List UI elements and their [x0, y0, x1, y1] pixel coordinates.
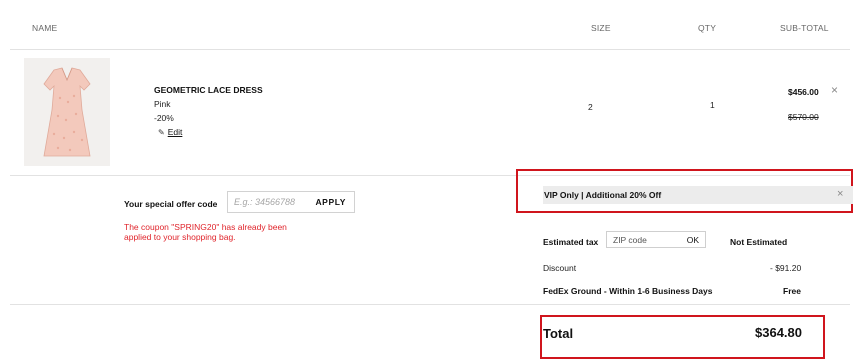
- total-label: Total: [543, 326, 574, 341]
- product-quantity[interactable]: 1: [710, 100, 715, 110]
- column-header-qty: QTY: [698, 23, 717, 33]
- remove-item-close-icon[interactable]: ×: [831, 84, 838, 96]
- product-original-price: $570.00: [788, 112, 819, 122]
- product-size: 2: [588, 102, 593, 112]
- zip-ok-button[interactable]: OK: [687, 235, 699, 245]
- offer-code-input[interactable]: E.g.: 34566788 APPLY: [227, 191, 355, 213]
- column-header-subtotal: SUB-TOTAL: [780, 23, 829, 33]
- divider: [10, 304, 850, 305]
- coupon-message: The coupon "SPRING20" has already been a…: [124, 222, 287, 242]
- offer-code-label: Your special offer code: [124, 199, 218, 209]
- edit-label: Edit: [167, 127, 183, 137]
- total-value: $364.80: [755, 325, 802, 340]
- zip-code-input[interactable]: ZIP code OK: [606, 231, 706, 248]
- shipping-value: Free: [783, 286, 801, 296]
- discount-label: Discount: [543, 263, 577, 273]
- discount-value: - $91.20: [770, 263, 802, 273]
- divider: [10, 49, 850, 50]
- edit-item-link[interactable]: ✎ Edit: [158, 127, 182, 137]
- column-header-size: SIZE: [591, 23, 611, 33]
- offer-code-placeholder: E.g.: 34566788: [234, 197, 296, 207]
- estimated-tax-label: Estimated tax: [543, 237, 599, 247]
- product-color: Pink: [154, 99, 171, 109]
- zip-code-placeholder: ZIP code: [613, 234, 647, 245]
- product-discount: -20%: [154, 113, 174, 123]
- estimated-tax-value: Not Estimated: [730, 237, 788, 247]
- pencil-icon: ✎: [158, 127, 165, 137]
- dress-image-icon: [24, 58, 110, 166]
- product-price: $456.00: [788, 87, 819, 97]
- product-image[interactable]: [24, 58, 110, 166]
- vip-promo-bar: VIP Only | Additional 20% Off: [543, 186, 853, 204]
- shipping-label: FedEx Ground - Within 1-6 Business Days: [543, 286, 713, 296]
- column-header-name: NAME: [32, 23, 58, 33]
- vip-promo-label: VIP Only | Additional 20% Off: [544, 190, 662, 200]
- apply-button[interactable]: APPLY: [315, 197, 346, 207]
- product-name: GEOMETRIC LACE DRESS: [154, 85, 263, 95]
- vip-remove-close-icon[interactable]: ×: [837, 189, 843, 200]
